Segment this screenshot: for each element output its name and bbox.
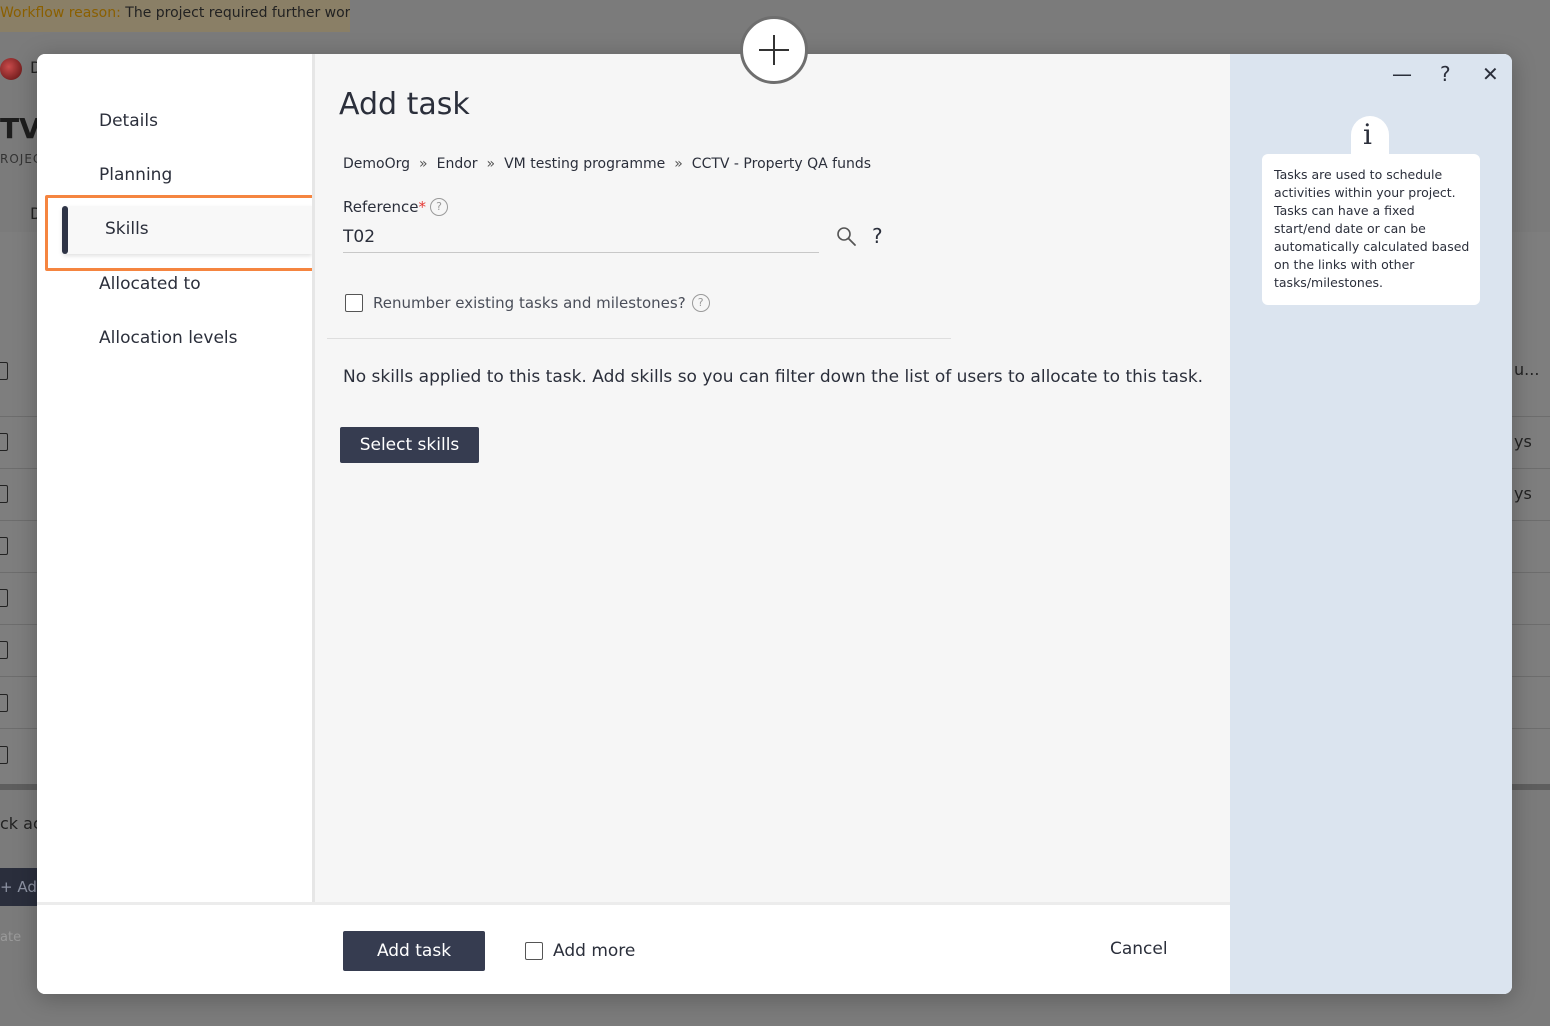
nav-item-allocated-to[interactable]: Allocated to: [99, 274, 201, 294]
breadcrumb-item[interactable]: VM testing programme: [504, 156, 665, 172]
bg-cell-text: u...: [1514, 360, 1540, 379]
bg-row-checkbox: [0, 485, 8, 503]
org-logo-icon: [0, 58, 22, 80]
bg-project-subtitle: ROJEC: [0, 152, 43, 166]
workflow-reason-label: Workflow reason:: [0, 5, 121, 21]
breadcrumb-item[interactable]: Endor: [437, 156, 478, 172]
nav-item-skills-label: Skills: [105, 219, 149, 239]
add-more-label: Add more: [553, 941, 636, 961]
reference-input[interactable]: [343, 222, 819, 253]
close-icon[interactable]: ✕: [1482, 62, 1499, 86]
bg-add-button: + Add: [0, 868, 40, 906]
reference-label-text: Reference: [343, 198, 419, 216]
reference-help-icon[interactable]: ?: [430, 198, 449, 216]
info-icon: i: [1363, 118, 1372, 151]
bg-cell-text: ys: [1514, 484, 1532, 503]
search-icon[interactable]: [836, 226, 858, 248]
bg-date-text: ate: [0, 930, 22, 945]
add-more-option[interactable]: Add more: [525, 941, 635, 961]
bg-cell-text: ys: [1514, 432, 1532, 451]
breadcrumb-item[interactable]: CCTV - Property QA funds: [692, 156, 871, 172]
nav-item-planning[interactable]: Planning: [99, 165, 172, 185]
active-indicator: [62, 206, 68, 254]
page-title: Add task: [339, 87, 470, 122]
select-skills-button[interactable]: Select skills: [340, 427, 479, 463]
nav-item-allocation-levels[interactable]: Allocation levels: [99, 328, 238, 348]
bg-project-title: TV: [0, 112, 41, 145]
breadcrumb-separator-icon: »: [674, 156, 683, 172]
add-more-checkbox[interactable]: [525, 942, 543, 960]
workflow-reason-text: The project required further work.: [125, 5, 350, 21]
bg-row-checkbox: [0, 362, 8, 380]
reference-help-button[interactable]: ?: [872, 224, 883, 248]
minimize-icon[interactable]: —: [1392, 62, 1412, 86]
bg-quick-add-text: ck ac: [0, 814, 42, 833]
reference-label: Reference*?: [343, 198, 449, 216]
section-divider: [327, 338, 951, 339]
cancel-button[interactable]: Cancel: [1110, 939, 1168, 959]
add-task-button[interactable]: Add task: [343, 931, 485, 971]
bg-row-checkbox: [0, 641, 8, 659]
workflow-reason-banner: Workflow reason: The project required fu…: [0, 0, 350, 32]
plus-vertical: [773, 35, 775, 65]
bg-row-checkbox: [0, 433, 8, 451]
dialog-footer: Add task Add more Cancel: [37, 902, 1230, 994]
renumber-label: Renumber existing tasks and milestones?: [373, 294, 686, 312]
bg-row-checkbox: [0, 537, 8, 555]
main-content: Add task DemoOrg » Endor » VM testing progra…: [312, 54, 1506, 902]
info-text: Tasks are used to schedule activities wi…: [1262, 154, 1480, 305]
bg-row-checkbox: [0, 694, 8, 712]
add-icon[interactable]: [740, 16, 808, 84]
required-marker: *: [418, 198, 427, 216]
bg-row-checkbox: [0, 589, 8, 607]
section-nav: Details Planning Skills Allocated to All…: [37, 54, 327, 902]
renumber-help-icon[interactable]: ?: [691, 294, 710, 312]
nav-item-details[interactable]: Details: [99, 111, 158, 131]
renumber-option[interactable]: Renumber existing tasks and milestones? …: [345, 294, 710, 312]
breadcrumb-separator-icon: »: [419, 156, 428, 172]
renumber-checkbox[interactable]: [345, 294, 363, 312]
help-icon[interactable]: ?: [1440, 62, 1451, 86]
add-task-dialog: Details Planning Skills Allocated to All…: [37, 54, 1512, 994]
breadcrumb-item[interactable]: DemoOrg: [343, 156, 410, 172]
breadcrumb-separator-icon: »: [486, 156, 496, 172]
no-skills-message: No skills applied to this task. Add skil…: [343, 367, 1204, 387]
nav-item-skills[interactable]: Skills: [62, 206, 312, 254]
breadcrumb: DemoOrg » Endor » VM testing programme » CCTV …: [343, 156, 871, 172]
bg-row-checkbox: [0, 746, 8, 764]
